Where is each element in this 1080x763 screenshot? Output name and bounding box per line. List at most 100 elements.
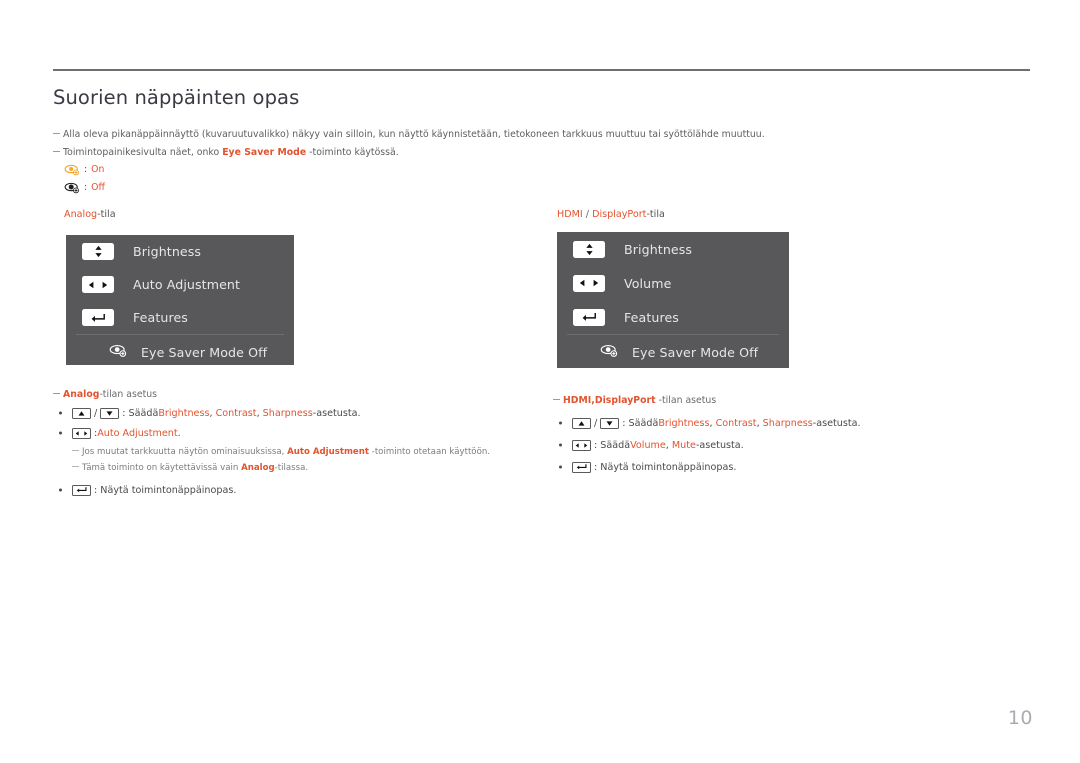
osd-row-brightness[interactable]: Brightness bbox=[66, 235, 294, 268]
eye-saver-icon bbox=[600, 343, 619, 362]
left-right-key-icon[interactable] bbox=[82, 276, 114, 293]
osd-row-eye-saver-mode[interactable]: Eye Saver Mode Off bbox=[66, 335, 294, 369]
subnote-post: -toiminto otetaan käyttöön. bbox=[368, 447, 491, 457]
brightness-term: Brightness bbox=[158, 407, 210, 419]
manual-page: Suorien näppäinten opas Alla oleva pikan… bbox=[0, 0, 1080, 763]
note-dash bbox=[72, 466, 79, 467]
osd-label: Features bbox=[133, 310, 188, 325]
enter-key-icon[interactable] bbox=[82, 309, 114, 326]
left-right-key-icon[interactable] bbox=[572, 439, 591, 451]
analog-subnote-1: Jos muutat tarkkuutta näytön ominaisuuks… bbox=[55, 447, 525, 457]
mute-term: Mute bbox=[671, 439, 696, 451]
left-right-key-icon[interactable] bbox=[573, 274, 605, 292]
bullet-text-post: -asetusta. bbox=[312, 407, 361, 419]
note-dash bbox=[72, 450, 79, 451]
intro-note-1: Alla oleva pikanäppäinnäyttö (kuvaruutuv… bbox=[53, 128, 765, 141]
analog-bullet-list: / : Säädä Brightness, Contrast, Sharpnes… bbox=[55, 404, 525, 499]
contrast-term: Contrast bbox=[215, 407, 257, 419]
brightness-term: Brightness bbox=[658, 417, 710, 429]
subnote-pre: Tämä toiminto on käytettävissä vain bbox=[82, 463, 242, 473]
bullet-function-key-guide: : Näytä toimintonäppäinopas. bbox=[55, 481, 525, 499]
osd-row-eye-saver-mode[interactable]: Eye Saver Mode Off bbox=[557, 335, 789, 369]
up-down-key-icon[interactable] bbox=[82, 243, 114, 260]
displayport-term: DisplayPort bbox=[592, 209, 647, 220]
subnote-pre: Jos muutat tarkkuutta näytön ominaisuuks… bbox=[82, 447, 288, 457]
down-key-icon[interactable] bbox=[600, 417, 620, 429]
page-title: Suorien näppäinten opas bbox=[53, 86, 300, 109]
bullet-text-post: -asetusta. bbox=[695, 439, 744, 451]
page-number: 10 bbox=[1007, 707, 1033, 729]
bullet-text-pre: : Säädä bbox=[122, 407, 159, 419]
hdmi-displayport-term: HDMI,DisplayPort bbox=[563, 395, 656, 406]
note-dash bbox=[53, 133, 60, 134]
bullet-auto-adjustment: : Auto Adjustment. bbox=[55, 422, 525, 444]
key-separator: / bbox=[94, 407, 98, 419]
hdmi-displayport-mode-caption: HDMI / DisplayPort-tila bbox=[557, 209, 665, 220]
settings-note-rest: -tilan asetus bbox=[655, 395, 717, 406]
intro-note-2-post: -toiminto käytössä. bbox=[306, 147, 399, 158]
eye-saver-off-icon bbox=[64, 181, 80, 194]
analog-settings-note: Analog-tilan asetus bbox=[53, 388, 157, 401]
contrast-term: Contrast bbox=[715, 417, 757, 429]
legend-label-on: On bbox=[91, 164, 105, 175]
bullet-text-post: -asetusta. bbox=[812, 417, 861, 429]
bullet-function-key-guide: : Näytä toimintonäppäinopas. bbox=[555, 456, 1025, 478]
up-key-icon[interactable] bbox=[572, 417, 591, 429]
enter-key-icon[interactable] bbox=[72, 484, 91, 496]
volume-term: Volume bbox=[630, 439, 666, 451]
bullet-brightness-contrast-sharpness: / : Säädä Brightness, Contrast, Sharpnes… bbox=[55, 404, 525, 422]
caption-separator: / bbox=[582, 209, 593, 220]
osd-label: Features bbox=[624, 309, 679, 325]
bullet-text-pre: : Säädä bbox=[594, 439, 631, 451]
up-key-icon[interactable] bbox=[72, 407, 91, 419]
osd-label: Volume bbox=[624, 275, 672, 291]
analog-subnote-2: Tämä toiminto on käytettävissä vain Anal… bbox=[55, 463, 525, 473]
enter-key-icon[interactable] bbox=[572, 461, 591, 473]
analog-mode-caption: Analog-tila bbox=[64, 209, 116, 220]
eye-saver-on-icon bbox=[64, 163, 80, 176]
osd-row-features[interactable]: Features bbox=[66, 301, 294, 334]
legend-separator: : bbox=[84, 182, 88, 193]
eye-saver-mode-term: Eye Saver Mode bbox=[222, 147, 307, 158]
sharpness-term: Sharpness bbox=[262, 407, 313, 419]
osd-panel-hdmi-displayport: Brightness Volume Features Eye Saver Mod… bbox=[557, 232, 789, 368]
osd-label: Brightness bbox=[133, 244, 202, 259]
osd-panel-analog: Brightness Auto Adjustment Features Eye … bbox=[66, 235, 294, 365]
note-dash bbox=[553, 399, 560, 400]
osd-label: Auto Adjustment bbox=[133, 277, 241, 292]
note-dash bbox=[53, 393, 60, 394]
down-key-icon[interactable] bbox=[100, 407, 120, 419]
analog-caption-rest: -tila bbox=[97, 209, 116, 220]
left-right-key-icon[interactable] bbox=[72, 427, 91, 439]
osd-row-auto-adjustment[interactable]: Auto Adjustment bbox=[66, 268, 294, 301]
auto-adjustment-term: Auto Adjustment bbox=[287, 447, 369, 457]
hdmi-term: HDMI bbox=[557, 209, 583, 220]
bullet-text-post: . bbox=[177, 427, 181, 439]
bullet-text-pre: : Näytä toimintonäppäinopas. bbox=[94, 484, 237, 496]
osd-row-brightness[interactable]: Brightness bbox=[557, 232, 789, 266]
osd-label: Brightness bbox=[624, 241, 693, 257]
osd-label: Eye Saver Mode Off bbox=[632, 344, 759, 360]
caption-rest: -tila bbox=[646, 209, 665, 220]
header-rule bbox=[53, 69, 1030, 71]
intro-note-2: Toimintopainikesivulta näet, onko Eye Sa… bbox=[53, 146, 399, 159]
bullet-brightness-contrast-sharpness: / : Säädä Brightness, Contrast, Sharpnes… bbox=[555, 412, 1025, 434]
legend-label-off: Off bbox=[91, 182, 105, 193]
auto-adjustment-term: Auto Adjustment bbox=[97, 427, 178, 439]
enter-key-icon[interactable] bbox=[573, 308, 605, 326]
osd-row-features[interactable]: Features bbox=[557, 300, 789, 334]
bullet-text-pre: : Näytä toimintonäppäinopas. bbox=[594, 461, 737, 473]
osd-label: Eye Saver Mode Off bbox=[141, 344, 268, 360]
legend-separator: : bbox=[84, 164, 88, 175]
analog-term: Analog bbox=[63, 389, 100, 400]
eye-saver-legend-on: : On bbox=[64, 163, 104, 176]
up-down-key-icon[interactable] bbox=[573, 240, 605, 258]
sharpness-term: Sharpness bbox=[762, 417, 813, 429]
eye-saver-icon bbox=[109, 343, 128, 362]
hdmi-displayport-bullet-list: / : Säädä Brightness, Contrast, Sharpnes… bbox=[555, 412, 1025, 478]
bullet-text-pre: : Säädä bbox=[622, 417, 659, 429]
analog-term: Analog bbox=[241, 463, 275, 473]
osd-row-volume[interactable]: Volume bbox=[557, 266, 789, 300]
hdmi-displayport-settings-note: HDMI,DisplayPort -tilan asetus bbox=[553, 394, 716, 407]
intro-note-1-text: Alla oleva pikanäppäinnäyttö (kuvaruutuv… bbox=[63, 129, 765, 140]
